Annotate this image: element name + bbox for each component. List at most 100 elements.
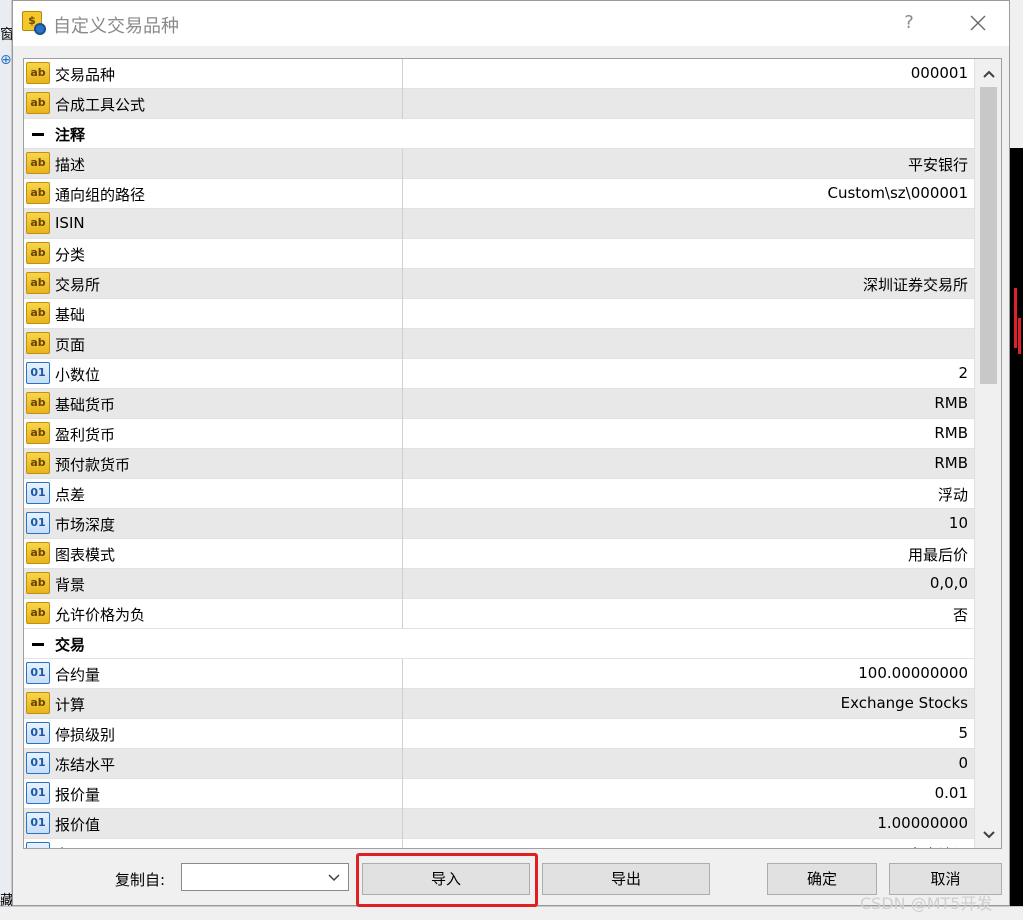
close-icon — [970, 15, 986, 31]
property-row[interactable]: ab 交易所 深圳证券交易所 — [24, 269, 974, 299]
property-row[interactable]: ab 页面 — [24, 329, 974, 359]
property-label: 预付款货币 — [55, 456, 131, 474]
property-label: 交易品种 — [55, 66, 116, 84]
property-value[interactable]: 0 — [958, 754, 968, 772]
chevron-down-icon — [328, 874, 340, 882]
help-button[interactable]: ? — [897, 9, 921, 37]
scroll-up-button[interactable] — [975, 61, 1001, 87]
numeric-type-icon: 01 — [26, 752, 50, 774]
property-label: 允许价格为负 — [55, 606, 146, 624]
property-group-row[interactable]: 注释 — [24, 119, 974, 149]
property-row[interactable]: ab 交易品种 000001 — [24, 59, 974, 89]
background-app-left: 窗 ⊕ 藏 — [0, 0, 14, 920]
chart-candle — [1018, 318, 1021, 354]
numeric-type-icon: 01 — [26, 722, 50, 744]
property-label: 基础 — [55, 306, 86, 324]
column-divider — [402, 299, 403, 329]
watermark: CSDN @MT5开发 — [860, 894, 993, 913]
property-value[interactable]: 1.00000000 — [877, 814, 968, 832]
property-value[interactable]: 000001 — [911, 64, 968, 82]
property-value[interactable]: 完全访问 — [908, 844, 968, 848]
property-value[interactable]: RMB — [934, 424, 968, 442]
property-value[interactable]: 浮动 — [938, 484, 968, 505]
string-type-icon: ab — [26, 572, 50, 594]
property-row[interactable]: 01 停损级别 5 — [24, 719, 974, 749]
string-type-icon: ab — [26, 152, 50, 174]
property-value[interactable]: RMB — [934, 454, 968, 472]
column-divider — [402, 599, 403, 629]
string-type-icon: ab — [26, 332, 50, 354]
property-row[interactable]: ab 基础货币 RMB — [24, 389, 974, 419]
property-value[interactable]: 否 — [953, 604, 968, 625]
property-row[interactable]: ab ISIN — [24, 209, 974, 239]
export-button[interactable]: 导出 — [542, 863, 710, 895]
column-divider — [402, 659, 403, 689]
string-type-icon: ab — [26, 452, 50, 474]
property-row[interactable]: 01 冻结水平 0 — [24, 749, 974, 779]
property-row[interactable]: ab 分类 — [24, 239, 974, 269]
property-label: 图表模式 — [55, 546, 116, 564]
property-label: 报价值 — [55, 816, 101, 834]
string-type-icon: ab — [26, 62, 50, 84]
property-label: 合约量 — [55, 666, 101, 684]
property-label: ISIN — [55, 214, 85, 232]
property-label: 报价量 — [55, 786, 101, 804]
column-divider — [402, 89, 403, 119]
property-value[interactable]: 0,0,0 — [930, 574, 968, 592]
numeric-type-icon: 01 — [26, 482, 50, 504]
property-value[interactable]: 平安银行 — [908, 154, 968, 175]
property-row[interactable]: ab 预付款货币 RMB — [24, 449, 974, 479]
property-value[interactable]: 深圳证券交易所 — [863, 274, 968, 295]
property-value[interactable]: 0.01 — [935, 784, 968, 802]
scroll-down-button[interactable] — [975, 822, 1001, 848]
property-value[interactable]: Custom\sz\000001 — [827, 184, 968, 202]
column-divider — [402, 149, 403, 179]
property-group-row[interactable]: 交易 — [24, 629, 974, 659]
property-value[interactable]: 100.00000000 — [858, 664, 968, 682]
vertical-scrollbar[interactable] — [974, 59, 1001, 848]
column-divider — [402, 479, 403, 509]
column-divider — [402, 749, 403, 779]
property-label: 盈利货币 — [55, 426, 116, 444]
close-button[interactable] — [961, 7, 995, 39]
background-chart-strip — [1010, 0, 1023, 920]
property-row[interactable]: ab 描述 平安银行 — [24, 149, 974, 179]
property-row[interactable]: 01 市场深度 10 — [24, 509, 974, 539]
dialog-titlebar[interactable]: $ 自定义交易品种 ? — [13, 1, 1009, 46]
property-value[interactable]: 用最后价 — [908, 544, 968, 565]
property-value[interactable]: Exchange Stocks — [841, 694, 968, 712]
property-row[interactable]: ab 基础 — [24, 299, 974, 329]
chevron-up-icon — [982, 70, 995, 78]
column-divider — [402, 539, 403, 569]
numeric-type-icon: 01 — [26, 812, 50, 834]
property-row[interactable]: 01 小数位 2 — [24, 359, 974, 389]
property-label: 点差 — [55, 486, 86, 504]
property-label: 页面 — [55, 336, 86, 354]
property-value[interactable]: 5 — [958, 724, 968, 742]
property-row[interactable]: ab 盈利货币 RMB — [24, 419, 974, 449]
background-toolbar-fragment: ⊕ — [0, 52, 12, 68]
property-row[interactable]: ab 允许价格为负 否 — [24, 599, 974, 629]
property-value[interactable]: 10 — [949, 514, 968, 532]
property-row[interactable]: 01 报价值 1.00000000 — [24, 809, 974, 839]
property-row[interactable]: ab 合成工具公式 — [24, 89, 974, 119]
column-divider — [402, 509, 403, 539]
property-row[interactable]: ab 背景 0,0,0 — [24, 569, 974, 599]
copy-from-select[interactable] — [181, 863, 349, 891]
column-divider — [402, 779, 403, 809]
app-icon: $ — [22, 11, 46, 35]
property-row[interactable]: 01 交易 完全访问 — [24, 839, 974, 848]
string-type-icon: ab — [26, 212, 50, 234]
property-row[interactable]: 01 报价量 0.01 — [24, 779, 974, 809]
property-row[interactable]: ab 计算 Exchange Stocks — [24, 689, 974, 719]
property-label: 分类 — [55, 246, 86, 264]
property-value[interactable]: RMB — [934, 394, 968, 412]
property-row[interactable]: 01 合约量 100.00000000 — [24, 659, 974, 689]
property-row[interactable]: 01 点差 浮动 — [24, 479, 974, 509]
column-divider — [402, 419, 403, 449]
property-label: 通向组的路径 — [55, 186, 146, 204]
property-row[interactable]: ab 通向组的路径 Custom\sz\000001 — [24, 179, 974, 209]
property-value[interactable]: 2 — [958, 364, 968, 382]
scrollbar-thumb[interactable] — [980, 87, 997, 384]
property-row[interactable]: ab 图表模式 用最后价 — [24, 539, 974, 569]
